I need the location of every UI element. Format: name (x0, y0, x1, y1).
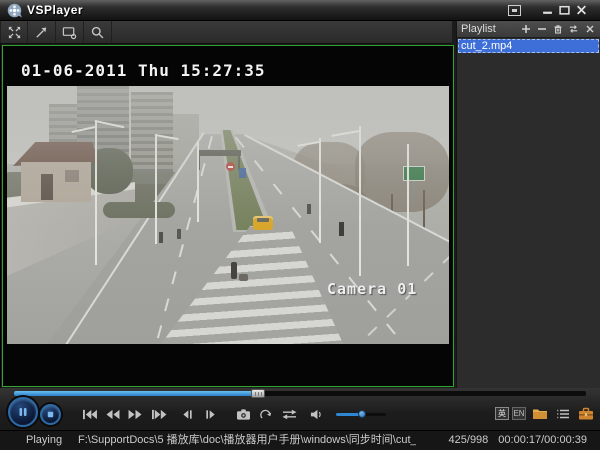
camera-label: Camera 01 (327, 280, 417, 298)
playlist-item[interactable]: cut_2.mp4 (458, 39, 599, 53)
cyclist (339, 222, 344, 236)
playlist-title: Playlist (461, 23, 516, 35)
control-dock: 英 EN Playing F:\SupportDocs\5 播放库\doc\播放… (0, 388, 600, 450)
house-door (41, 174, 53, 200)
video-display-window[interactable]: 01-06-2011 Thu 15:27:35 (2, 45, 454, 387)
pedestrian (159, 232, 163, 243)
playback-controls: 英 EN (0, 398, 600, 430)
toolbar (0, 21, 452, 44)
fullscreen-icon[interactable] (0, 21, 28, 43)
seek-thumb[interactable] (251, 389, 265, 398)
overhead-gantry (197, 150, 241, 156)
status-bar: Playing F:\SupportDocs\5 播放库\doc\播放器用户手册… (0, 430, 600, 450)
taxi-windshield (257, 218, 269, 222)
next-file-icon[interactable] (147, 402, 169, 426)
lamp-post (407, 144, 409, 266)
lamp-post (95, 120, 97, 265)
close-button[interactable] (573, 3, 590, 17)
file-path: F:\SupportDocs\5 播放库\doc\播放器用户手册\windows… (78, 431, 416, 450)
title-bar[interactable]: VSPlayer (0, 0, 600, 21)
speed-up-icon[interactable] (124, 402, 146, 426)
language-en-button[interactable]: EN (512, 407, 526, 420)
volume-level (336, 413, 362, 416)
window-controls (506, 3, 590, 17)
remove-icon[interactable] (535, 23, 548, 36)
snapshot-icon[interactable] (232, 402, 254, 426)
lamp-post (359, 126, 361, 276)
seek-progress (14, 391, 258, 396)
lamp-post (319, 138, 321, 243)
frame-back-icon[interactable] (176, 402, 198, 426)
frame-counter: 425/998 (449, 431, 489, 450)
playlist-panel: Playlist cut_2.mp4 (456, 21, 600, 388)
seek-bar[interactable] (14, 391, 586, 396)
playlist-toggle-icon[interactable] (553, 405, 572, 422)
volume-slider[interactable] (336, 413, 386, 416)
playback-state: Playing (26, 431, 62, 450)
time-counter: 00:00:17/00:00:39 (498, 431, 587, 450)
video-scene: Camera 01 (7, 86, 449, 344)
window-title: VSPlayer (27, 3, 83, 17)
language-cn-button[interactable]: 英 (495, 407, 509, 420)
blue-sign (239, 168, 246, 178)
menu-icon[interactable] (506, 3, 523, 17)
resume-icon[interactable] (255, 402, 277, 426)
house (21, 162, 91, 202)
counters: 425/998 00:00:17/00:00:39 (449, 431, 587, 450)
open-folder-icon[interactable] (530, 405, 549, 422)
close-panel-icon[interactable] (583, 23, 596, 36)
volume-thumb[interactable] (358, 410, 366, 418)
vsplayer-window: VSPlayer (0, 0, 600, 450)
stop-button[interactable] (40, 404, 61, 425)
pedestrian (307, 204, 311, 214)
video-window-icon[interactable] (56, 21, 84, 43)
add-icon[interactable] (519, 23, 532, 36)
previous-file-icon[interactable] (78, 402, 100, 426)
pedestrian-cart (239, 274, 248, 281)
pedestrian (231, 262, 237, 279)
lamp-post (197, 142, 199, 222)
sign-pole (413, 181, 415, 203)
transport-buttons (78, 402, 386, 426)
timestamp-overlay: 01-06-2011 Thu 15:27:35 (21, 61, 266, 80)
trash-icon[interactable] (551, 23, 564, 36)
speed-down-icon[interactable] (101, 402, 123, 426)
app-logo-icon (7, 3, 22, 18)
speaker-icon[interactable] (305, 402, 327, 426)
minimize-button[interactable] (539, 3, 556, 17)
pause-button[interactable] (8, 397, 38, 427)
transition-icon[interactable] (278, 402, 300, 426)
pedestrian (177, 229, 181, 239)
move-icon[interactable] (567, 23, 580, 36)
lamp-post (155, 134, 157, 244)
frame-forward-icon[interactable] (199, 402, 221, 426)
zoom-icon[interactable] (84, 21, 112, 43)
playlist-header: Playlist (457, 21, 600, 38)
no-entry-sign (226, 162, 235, 171)
tray-buttons: 英 EN (492, 405, 595, 422)
house-window (65, 170, 79, 182)
bush (103, 202, 175, 218)
pin-icon[interactable] (28, 21, 56, 43)
toolbox-icon[interactable] (576, 405, 595, 422)
maximize-button[interactable] (556, 3, 573, 17)
